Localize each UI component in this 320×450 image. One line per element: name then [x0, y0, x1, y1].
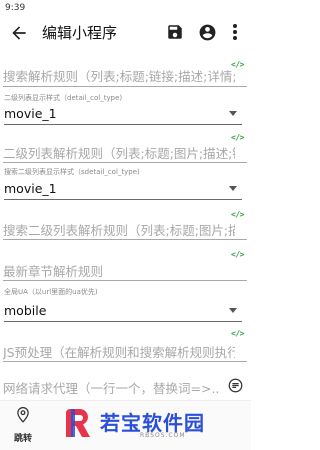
dropdown-arrow-icon[interactable] — [229, 186, 237, 191]
detail-col-type-select[interactable]: movie_1 — [4, 106, 57, 121]
field-underline — [3, 239, 247, 240]
dropdown-arrow-icon[interactable] — [229, 308, 237, 313]
ua-select[interactable]: mobile — [4, 303, 46, 318]
save-icon[interactable] — [166, 23, 184, 41]
field-underline — [3, 162, 247, 163]
last-chapter-rule-placeholder: 最新章节解析规则 — [3, 264, 104, 279]
detail-rule-field[interactable]: </> 二级列表解析规则（列表;标题;图片;描述;链接） — [3, 133, 247, 163]
sdetail-rule-placeholder: 搜索二级列表解析规则（列表;标题;图片;描述） — [3, 223, 235, 238]
brand-url: RBSOS.COM — [140, 432, 186, 439]
select-underline — [4, 124, 242, 125]
jump-label: 跳转 — [13, 434, 32, 444]
page-title: 编辑小程序 — [42, 24, 118, 42]
more-vertical-icon[interactable] — [232, 23, 238, 41]
notes-icon[interactable] — [228, 378, 243, 393]
ua-label: 全局UA（以url里面的ua优先) — [4, 288, 98, 296]
status-bar: 9:39 — [0, 0, 251, 16]
sdetail-col-type-select[interactable]: movie_1 — [4, 181, 57, 196]
code-icon[interactable]: </> — [231, 329, 244, 338]
app-bar: 编辑小程序 — [0, 16, 251, 50]
code-icon[interactable]: </> — [231, 210, 244, 219]
field-underline — [3, 280, 247, 281]
status-time: 9:39 — [5, 3, 26, 13]
select-underline — [4, 199, 242, 200]
search-rule-field[interactable]: </> 搜索解析规则（列表;标题;链接;描述;详情;图片） — [3, 60, 247, 90]
proxy-placeholder: 网络请求代理（一行一个，替换词=>... — [3, 381, 218, 396]
jump-nav-button[interactable]: 跳转 — [10, 406, 36, 444]
proxy-field[interactable]: 网络请求代理（一行一个，替换词=>... — [3, 375, 247, 399]
js-preprocess-field[interactable]: </> JS预处理（在解析规则和搜索解析规则执行前） — [3, 329, 247, 362]
location-pin-icon — [17, 406, 29, 423]
sdetail-rule-field[interactable]: </> 搜索二级列表解析规则（列表;标题;图片;描述） — [3, 210, 247, 240]
sdetail-col-type-label: 搜索二级列表显示样式（sdetail_col_type) — [4, 168, 140, 176]
field-underline — [3, 86, 247, 87]
detail-col-type-label: 二级列表显示样式（detail_col_type) — [4, 94, 123, 102]
field-underline — [3, 361, 247, 362]
bottom-bar: 跳转 若宝软件园 RBSOS.COM — [0, 400, 251, 450]
dropdown-arrow-icon[interactable] — [229, 111, 237, 116]
select-underline — [4, 321, 242, 322]
brand-logo-icon — [66, 409, 90, 437]
code-icon[interactable]: </> — [231, 133, 244, 142]
last-chapter-rule-field[interactable]: </> 最新章节解析规则 — [3, 250, 247, 281]
arrow-left-icon[interactable] — [9, 23, 29, 43]
detail-rule-placeholder: 二级列表解析规则（列表;标题;图片;描述;链接） — [3, 146, 235, 161]
account-circle-icon[interactable] — [198, 23, 217, 42]
js-preprocess-placeholder: JS预处理（在解析规则和搜索解析规则执行前） — [3, 345, 235, 360]
code-icon[interactable]: </> — [231, 250, 244, 259]
search-rule-placeholder: 搜索解析规则（列表;标题;链接;描述;详情;图片） — [3, 69, 235, 84]
